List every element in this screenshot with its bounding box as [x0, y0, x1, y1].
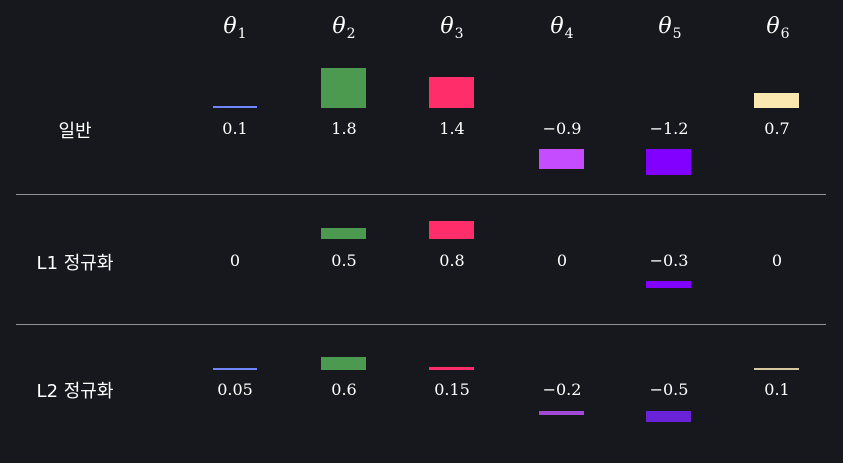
value-bar	[754, 368, 799, 370]
divider-top	[16, 194, 826, 195]
value-bar	[754, 93, 799, 108]
value-label: 0.6	[331, 380, 357, 399]
value-label: 0.15	[434, 380, 470, 399]
value-label: 1.8	[331, 119, 357, 138]
value-bar	[213, 106, 257, 108]
value-label: 0	[229, 251, 241, 270]
value-bar	[539, 411, 584, 415]
value-label: −0.2	[542, 380, 582, 399]
value-bar	[321, 68, 366, 108]
value-label: 0.1	[222, 119, 248, 138]
value-label: −0.3	[649, 251, 689, 270]
value-label: −0.9	[542, 119, 582, 138]
value-bar	[429, 367, 474, 370]
value-bar	[539, 149, 584, 169]
value-label: 0.7	[764, 119, 790, 138]
value-label: 0	[771, 251, 783, 270]
value-label: 0.05	[217, 380, 253, 399]
value-label: 0	[556, 251, 568, 270]
header-theta-6: θ6	[766, 14, 790, 42]
value-label: −1.2	[649, 119, 689, 138]
value-label: 0.8	[439, 251, 465, 270]
header-theta-4: θ4	[550, 14, 574, 42]
regularization-diagram: θ1 θ2 θ3 θ4 θ5 θ6 일반 L1 정규화 L2 정규화 0.1 1.…	[0, 0, 843, 463]
value-bar	[213, 368, 257, 370]
header-theta-5: θ5	[658, 14, 682, 42]
header-theta-1: θ1	[223, 14, 247, 42]
value-bar	[429, 77, 474, 108]
row-label-l2: L2 정규화	[36, 381, 114, 402]
header-theta-3: θ3	[440, 14, 464, 42]
row-label-l1: L1 정규화	[36, 253, 114, 274]
divider-bottom	[16, 324, 826, 325]
value-bar	[321, 228, 366, 239]
value-label: 0.5	[331, 251, 357, 270]
value-label: −0.5	[649, 380, 689, 399]
row-label-general: 일반	[58, 121, 92, 142]
value-bar	[646, 149, 691, 175]
value-bar	[429, 221, 474, 239]
header-theta-2: θ2	[332, 14, 356, 42]
value-bar	[321, 357, 366, 370]
value-label: 1.4	[439, 119, 465, 138]
value-bar	[646, 281, 691, 288]
value-label: 0.1	[764, 380, 790, 399]
value-bar	[646, 411, 691, 422]
